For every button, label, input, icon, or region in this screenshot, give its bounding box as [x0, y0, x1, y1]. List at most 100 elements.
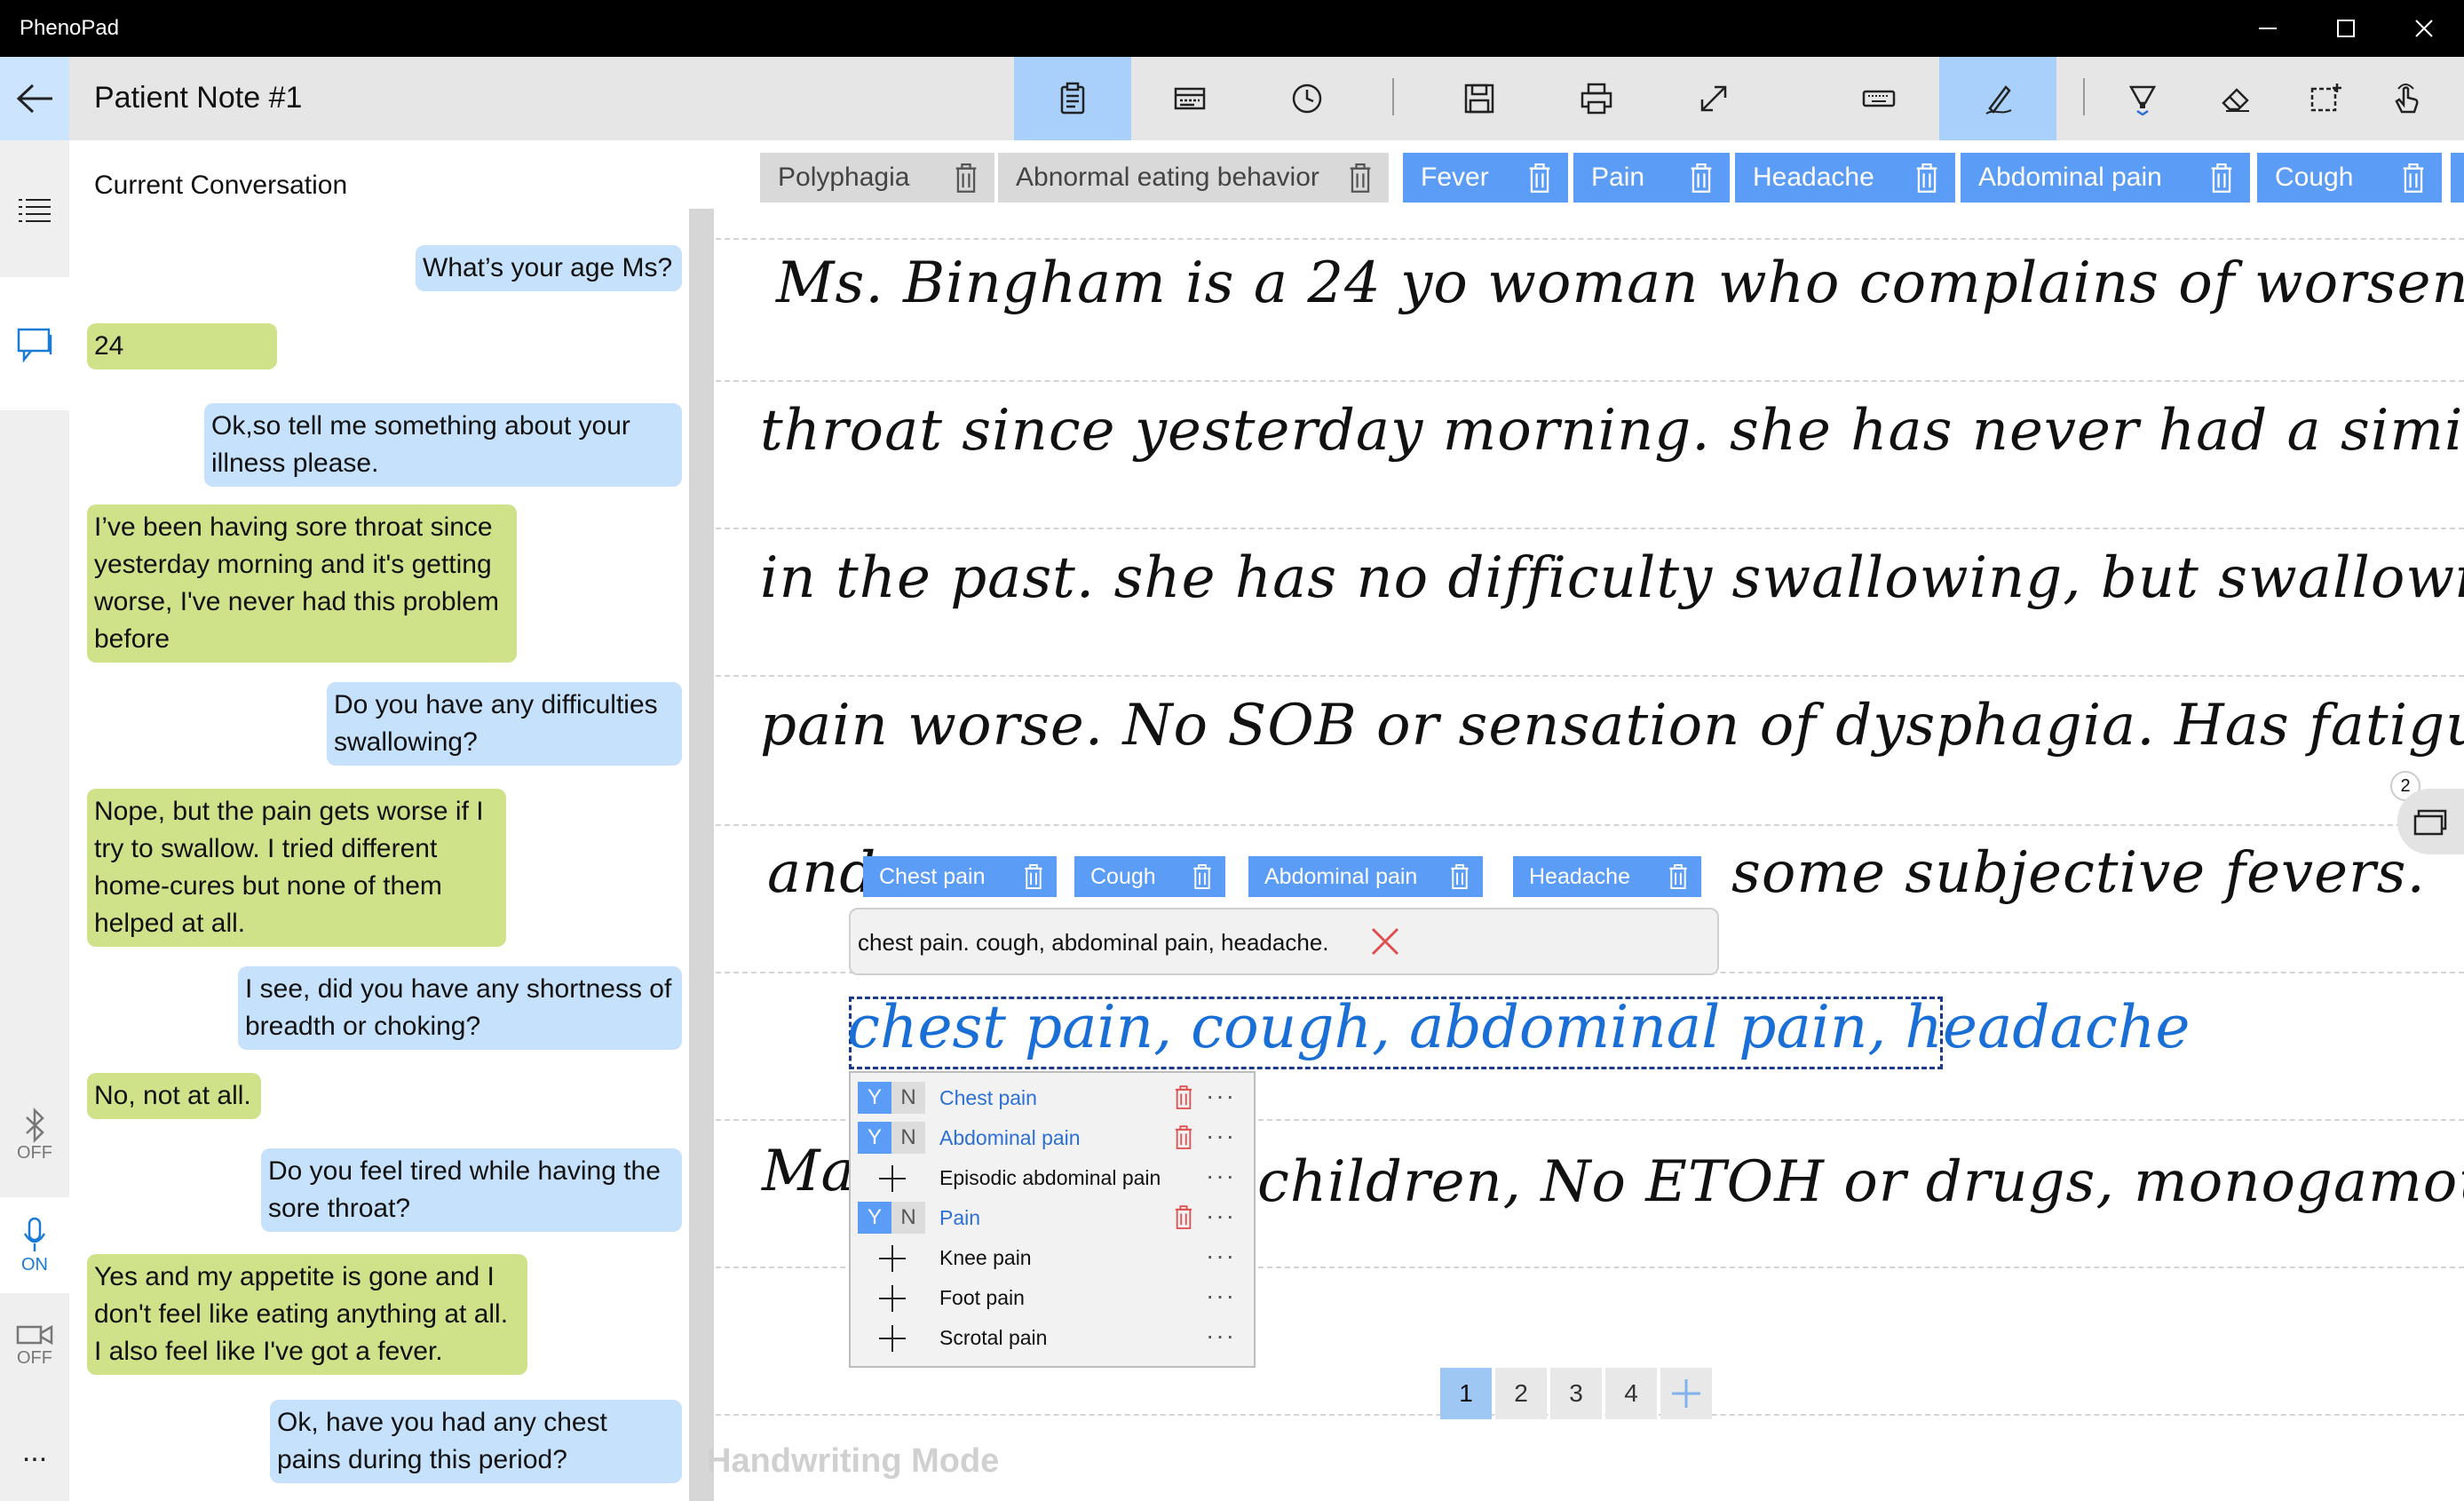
plus-icon[interactable]: [877, 1323, 907, 1354]
maximize-button[interactable]: [2307, 0, 2385, 57]
toolbar: Patient Note #1: [0, 57, 2464, 140]
phenotype-tag[interactable]: Abnormal eating behavior: [998, 153, 1389, 203]
add-page-button[interactable]: [1660, 1368, 1712, 1419]
touch-mode-button[interactable]: [2362, 57, 2451, 140]
suggestion-row[interactable]: Episodic abdominal pain ···: [851, 1158, 1254, 1197]
list-icon: [19, 199, 51, 222]
trash-icon[interactable]: [1689, 163, 1714, 194]
outline-button[interactable]: [0, 178, 69, 242]
more-button[interactable]: ...: [0, 1425, 69, 1478]
side-panel-tab[interactable]: [2397, 789, 2464, 854]
more-options-icon[interactable]: ···: [1206, 1082, 1236, 1110]
trash-icon[interactable]: [1174, 1205, 1193, 1230]
handwriting-line-2: throat since yesterday morning. she has …: [760, 398, 2464, 464]
page-2-button[interactable]: 2: [1495, 1368, 1547, 1419]
suggestion-row[interactable]: Knee pain ···: [851, 1238, 1254, 1277]
phenotype-tag[interactable]: Fever: [1403, 153, 1568, 203]
save-button[interactable]: [1421, 57, 1538, 140]
phenotype-tag[interactable]: Pain: [1573, 153, 1730, 203]
handwriting-mode-button[interactable]: [1939, 57, 2056, 140]
inline-tag-label: Cough: [1090, 863, 1156, 889]
handwriting-line-3: in the past. she has no difficulty swall…: [760, 545, 2464, 611]
phenotype-tag[interactable]: Cough: [2257, 153, 2442, 203]
trash-icon[interactable]: [1348, 163, 1373, 194]
suggestion-row[interactable]: Y N Pain ···: [851, 1198, 1254, 1237]
keyboard-tray-icon: [1174, 87, 1206, 110]
suggestion-row[interactable]: Y N Chest pain ···: [851, 1078, 1254, 1117]
page-3-button[interactable]: 3: [1550, 1368, 1602, 1419]
handwriting-line-4: pain worse. No SOB or sensation of dysph…: [760, 693, 2464, 758]
suggestion-row[interactable]: Foot pain ···: [851, 1278, 1254, 1317]
phenotype-tag-label: Cough: [2275, 163, 2354, 192]
inline-tag-label: Headache: [1529, 863, 1630, 889]
page-4-button[interactable]: 4: [1605, 1368, 1657, 1419]
inline-phenotype-tag[interactable]: Abdominal pain: [1248, 856, 1483, 897]
notes-view-button[interactable]: [1014, 57, 1131, 140]
trash-icon[interactable]: [954, 163, 978, 194]
yes-toggle[interactable]: Y: [858, 1202, 891, 1234]
lasso-select-button[interactable]: [2280, 57, 2369, 140]
more-options-icon[interactable]: ···: [1206, 1282, 1236, 1310]
yes-toggle[interactable]: Y: [858, 1082, 891, 1114]
more-options-icon[interactable]: ···: [1206, 1242, 1236, 1270]
selected-handwriting: chest pain, cough, abdominal pain, heada…: [847, 993, 2191, 1061]
close-window-button[interactable]: [2385, 0, 2463, 57]
print-button[interactable]: [1538, 57, 1655, 140]
phenotype-tag[interactable]: Abdominal pain: [1961, 153, 2250, 203]
trash-icon[interactable]: [1914, 163, 1939, 194]
fullscreen-button[interactable]: [1655, 57, 1772, 140]
camera-toggle[interactable]: OFF: [0, 1300, 69, 1389]
trash-icon[interactable]: [1174, 1125, 1193, 1150]
trash-icon[interactable]: [1192, 864, 1213, 890]
plus-icon[interactable]: [877, 1243, 907, 1274]
inline-phenotype-tag[interactable]: Chest pain: [863, 856, 1057, 897]
yes-toggle[interactable]: Y: [858, 1122, 891, 1154]
trash-icon[interactable]: [1449, 864, 1470, 890]
page-1-button[interactable]: 1: [1440, 1368, 1492, 1419]
no-toggle[interactable]: N: [891, 1202, 925, 1234]
suggestion-row[interactable]: Y N Abdominal pain ···: [851, 1118, 1254, 1157]
mode-label: Handwriting Mode: [707, 1442, 1000, 1480]
more-label: ...: [21, 1433, 48, 1468]
conversation-button[interactable]: [0, 277, 69, 410]
keyboard-tray-button[interactable]: [1131, 57, 1248, 140]
bluetooth-icon: [26, 1107, 44, 1143]
more-options-icon[interactable]: ···: [1206, 1122, 1236, 1150]
phenotype-tag[interactable]: Headache: [1735, 153, 1955, 203]
more-options-icon[interactable]: ···: [1206, 1202, 1236, 1230]
bluetooth-toggle[interactable]: OFF: [0, 1091, 69, 1179]
plus-icon[interactable]: [877, 1283, 907, 1314]
more-options-icon[interactable]: ···: [1206, 1322, 1236, 1350]
trash-icon[interactable]: [1527, 163, 1552, 194]
back-arrow-icon: [16, 83, 52, 114]
no-toggle[interactable]: N: [891, 1082, 925, 1114]
phenotype-tag[interactable]: Polyphagia: [760, 153, 994, 203]
keyboard-button[interactable]: [1820, 57, 1937, 140]
close-icon[interactable]: [1366, 922, 1405, 961]
phenotype-tag-overflow[interactable]: [2451, 153, 2464, 203]
conversation-scrollbar[interactable]: [689, 209, 714, 1501]
doctor-message: What’s your age Ms?: [416, 245, 682, 291]
trash-icon[interactable]: [1174, 1085, 1193, 1110]
minimize-button[interactable]: [2229, 0, 2307, 57]
microphone-toggle[interactable]: ON: [0, 1197, 69, 1293]
eraser-button[interactable]: [2191, 57, 2280, 140]
phenotype-tag-label: Headache: [1753, 163, 1874, 192]
no-toggle[interactable]: N: [891, 1122, 925, 1154]
trash-icon[interactable]: [1023, 864, 1044, 890]
pen-icon: [1985, 85, 2012, 115]
patient-message: Yes and my appetite is gone and I don't …: [87, 1254, 527, 1375]
inline-phenotype-tag[interactable]: Headache: [1513, 856, 1701, 897]
highlighter-button[interactable]: [2094, 57, 2191, 140]
back-button[interactable]: [0, 57, 69, 140]
recognition-text: chest pain. cough, abdominal pain, heada…: [858, 929, 1329, 956]
more-options-icon[interactable]: ···: [1206, 1162, 1236, 1190]
inline-phenotype-tag[interactable]: Cough: [1074, 856, 1225, 897]
trash-icon[interactable]: [2209, 163, 2234, 194]
trash-icon[interactable]: [1668, 864, 1689, 890]
history-button[interactable]: [1248, 57, 1366, 140]
suggestion-row[interactable]: Scrotal pain ···: [851, 1318, 1254, 1357]
plus-icon[interactable]: [877, 1163, 907, 1194]
trash-icon[interactable]: [2401, 163, 2426, 194]
toolbar-divider: [2083, 78, 2085, 115]
